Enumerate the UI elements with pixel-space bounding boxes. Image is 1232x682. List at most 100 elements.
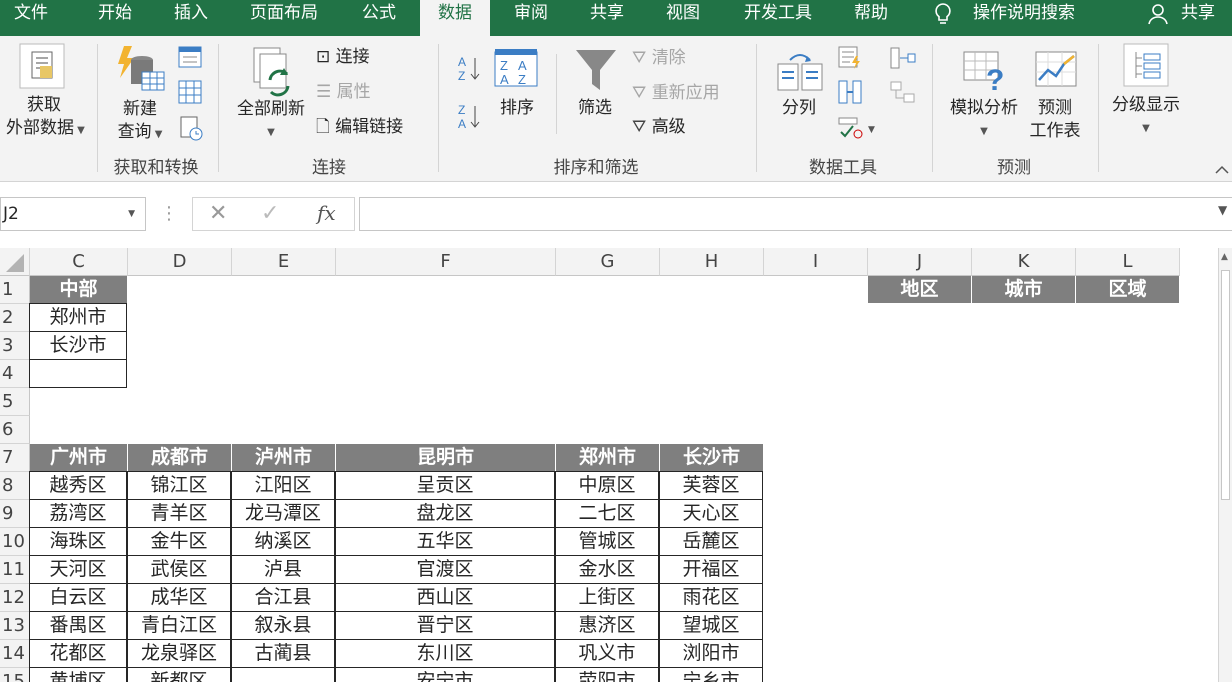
row-header-10[interactable]: 10	[0, 528, 30, 556]
cell-c8[interactable]: 越秀区	[29, 471, 127, 500]
cell-c4[interactable]	[29, 359, 127, 388]
cell-d11[interactable]: 武侯区	[127, 555, 231, 584]
cell-f11[interactable]: 官渡区	[335, 555, 555, 584]
cell-h15[interactable]: 宁乡市	[659, 667, 763, 682]
cell-f9[interactable]: 盘龙区	[335, 499, 555, 528]
row-header-7[interactable]: 7	[0, 444, 30, 472]
cell-e12[interactable]: 合江县	[231, 583, 335, 612]
cell-e10[interactable]: 纳溪区	[231, 527, 335, 556]
cell-g15[interactable]: 荥阳市	[555, 667, 659, 682]
tab-page-layout[interactable]: 页面布局	[236, 0, 332, 36]
row-header-8[interactable]: 8	[0, 472, 30, 500]
sort-button[interactable]: 排序	[492, 97, 542, 120]
text-to-columns-button[interactable]: 分列	[772, 97, 826, 120]
flash-fill-icon[interactable]	[838, 46, 862, 74]
column-header-i[interactable]: I	[764, 248, 868, 276]
cell-h9[interactable]: 天心区	[659, 499, 763, 528]
forecast-sheet-button[interactable]: 预测 工作表	[1022, 97, 1088, 143]
resize-handle-icon[interactable]: ⋮	[160, 203, 178, 224]
column-header-k[interactable]: K	[972, 248, 1076, 276]
relationships-icon[interactable]	[890, 80, 916, 108]
cell-e8[interactable]: 江阳区	[231, 471, 335, 500]
row-header-15[interactable]: 15	[0, 668, 30, 682]
cell-d13[interactable]: 青白江区	[127, 611, 231, 640]
reapply-button[interactable]: ⛛ 重新应用	[632, 82, 720, 105]
column-header-c[interactable]: C	[30, 248, 128, 276]
sort-ascending-icon[interactable]: AZ	[456, 54, 482, 88]
cell-e7[interactable]: 泸州市	[232, 444, 336, 472]
cell-h10[interactable]: 岳麓区	[659, 527, 763, 556]
cell-h11[interactable]: 开福区	[659, 555, 763, 584]
vertical-scrollbar[interactable]: ▲	[1218, 248, 1232, 682]
chevron-down-icon[interactable]: ▼	[128, 198, 135, 230]
cell-c13[interactable]: 番禺区	[29, 611, 127, 640]
column-header-f[interactable]: F	[336, 248, 556, 276]
cell-f13[interactable]: 晋宁区	[335, 611, 555, 640]
tab-help[interactable]: 帮助	[840, 0, 902, 36]
worksheet-grid[interactable]: CDEFGHIJKL 1 2 3 4 5 6 7 8 9 10 11 12 13 14 15 中部 郑州市 长沙…	[0, 248, 1232, 682]
cell-g9[interactable]: 二七区	[555, 499, 659, 528]
properties-button[interactable]: ☰ 属性	[316, 81, 371, 104]
cell-c1[interactable]: 中部	[30, 276, 128, 304]
cell-h7[interactable]: 长沙市	[660, 444, 764, 472]
cell-g8[interactable]: 中原区	[555, 471, 659, 500]
tab-data[interactable]: 数据	[420, 0, 490, 36]
row-header-1[interactable]: 1	[0, 276, 30, 304]
consolidate-icon[interactable]	[890, 46, 916, 74]
cell-f15[interactable]: 安宁市	[335, 667, 555, 682]
row-header-5[interactable]: 5	[0, 388, 30, 416]
cell-d8[interactable]: 锦江区	[127, 471, 231, 500]
cell-d12[interactable]: 成华区	[127, 583, 231, 612]
data-validation-icon[interactable]: ▼	[838, 116, 878, 144]
filter-button[interactable]: 筛选	[570, 97, 620, 120]
cell-c15[interactable]: 黄埔区	[29, 667, 127, 682]
tab-developer[interactable]: 开发工具	[730, 0, 826, 36]
cell-k1[interactable]: 城市	[972, 276, 1076, 304]
cell-f14[interactable]: 东川区	[335, 639, 555, 668]
cell-c12[interactable]: 白云区	[29, 583, 127, 612]
formula-input[interactable]	[359, 197, 1232, 231]
cell-e9[interactable]: 龙马潭区	[231, 499, 335, 528]
row-header-2[interactable]: 2	[0, 304, 30, 332]
row-header-14[interactable]: 14	[0, 640, 30, 668]
remove-duplicates-icon[interactable]	[838, 80, 862, 108]
row-header-6[interactable]: 6	[0, 416, 30, 444]
cell-e14[interactable]: 古蔺县	[231, 639, 335, 668]
cell-e13[interactable]: 叙永县	[231, 611, 335, 640]
cell-e15[interactable]	[231, 667, 335, 682]
insert-function-icon[interactable]: fx	[317, 201, 336, 225]
row-header-4[interactable]: 4	[0, 360, 30, 388]
cell-g13[interactable]: 惠济区	[555, 611, 659, 640]
recent-sources-icon[interactable]	[180, 116, 204, 146]
row-header-12[interactable]: 12	[0, 584, 30, 612]
select-all-corner[interactable]	[0, 248, 30, 276]
cell-l1[interactable]: 区域	[1076, 276, 1180, 304]
advanced-filter-button[interactable]: ⛛ 高级	[632, 116, 686, 139]
row-header-11[interactable]: 11	[0, 556, 30, 584]
row-header-9[interactable]: 9	[0, 500, 30, 528]
cell-g10[interactable]: 管城区	[555, 527, 659, 556]
column-header-j[interactable]: J	[868, 248, 972, 276]
expand-formula-bar-icon[interactable]: ▼	[1218, 203, 1227, 217]
row-header-13[interactable]: 13	[0, 612, 30, 640]
clear-filter-button[interactable]: ⛛ 清除	[632, 47, 686, 70]
cell-c11[interactable]: 天河区	[29, 555, 127, 584]
collapse-ribbon-icon[interactable]	[1214, 160, 1230, 179]
tell-me-search[interactable]: 操作说明搜索	[962, 0, 1086, 36]
column-header-g[interactable]: G	[556, 248, 660, 276]
share-button[interactable]: 共享	[1174, 0, 1222, 36]
tab-review[interactable]: 审阅	[500, 0, 562, 36]
connections-button[interactable]: ⊡ 连接	[316, 46, 370, 69]
sort-descending-icon[interactable]: ZA	[456, 102, 482, 136]
cell-d7[interactable]: 成都市	[128, 444, 232, 472]
cell-g12[interactable]: 上街区	[555, 583, 659, 612]
column-header-l[interactable]: L	[1076, 248, 1180, 276]
cell-f10[interactable]: 五华区	[335, 527, 555, 556]
cell-c2[interactable]: 郑州市	[29, 303, 127, 332]
column-header-d[interactable]: D	[128, 248, 232, 276]
cell-d15[interactable]: 新都区	[127, 667, 231, 682]
outline-button[interactable]: 分级显示 ▼	[1106, 94, 1186, 140]
column-header-h[interactable]: H	[660, 248, 764, 276]
tab-formulas[interactable]: 公式	[348, 0, 410, 36]
tab-share[interactable]: 共享	[576, 0, 638, 36]
